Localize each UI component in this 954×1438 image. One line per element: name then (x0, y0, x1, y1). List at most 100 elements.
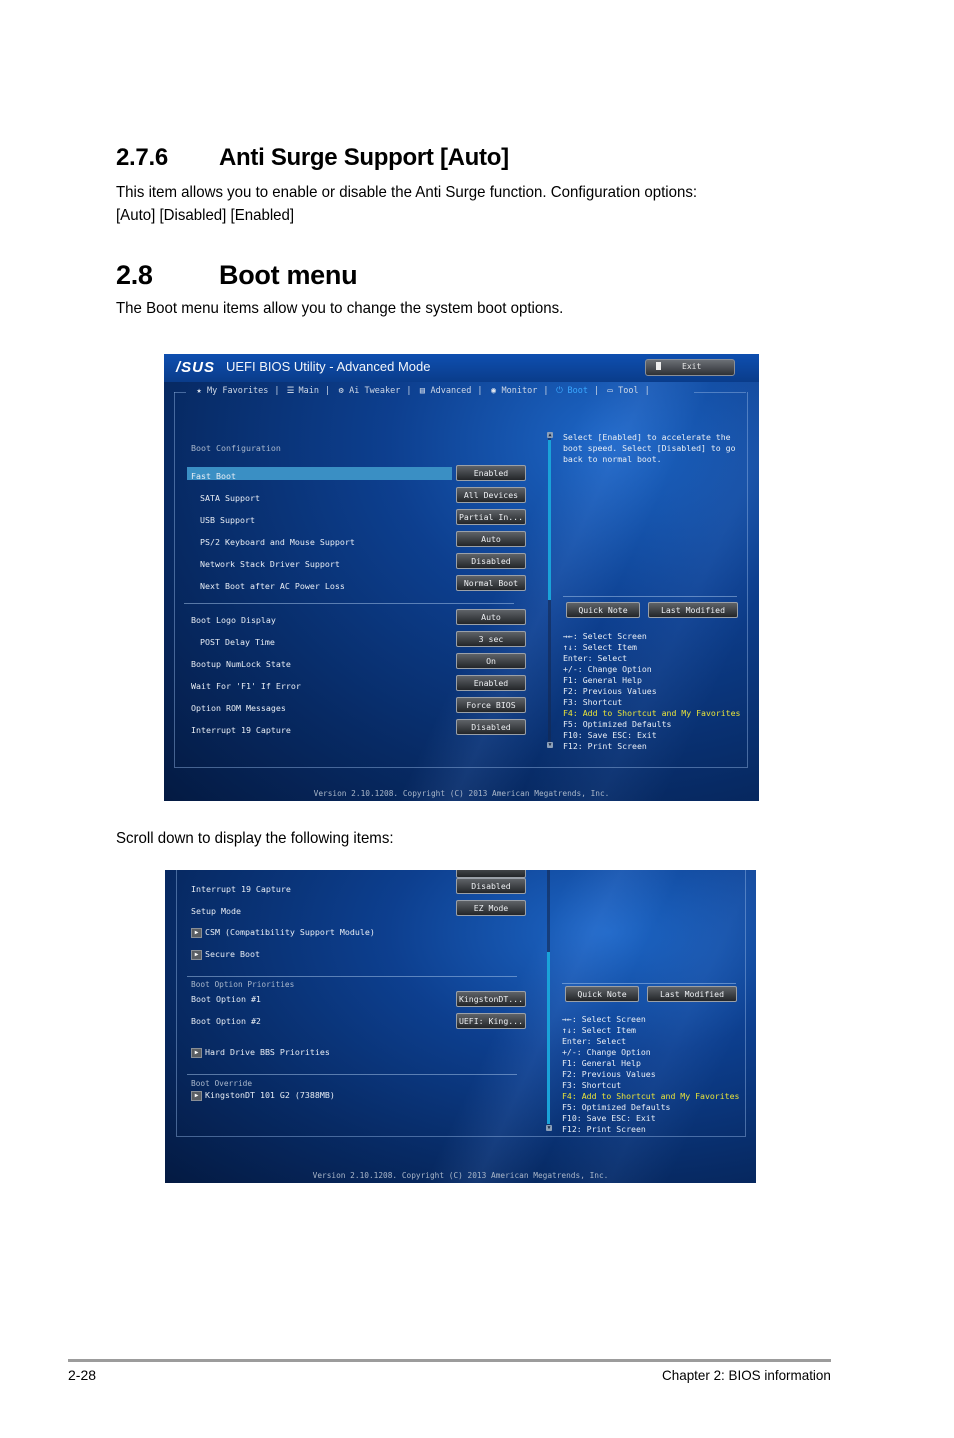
key-hint: +/-: Change Option (562, 1047, 651, 1057)
boot-override-label: KingstonDT 101 G2 (7388MB) (205, 1090, 335, 1100)
key-hint: F3: Shortcut (563, 697, 623, 707)
submenu-arrow-icon: ▶ (191, 927, 202, 938)
key-hint: F1: General Help (563, 675, 642, 685)
key-hint: F4: Add to Shortcut and My Favorites (563, 708, 741, 718)
setting-value-button[interactable]: Partial In... (456, 509, 526, 525)
key-hint: →←: Select Screen (562, 1014, 646, 1024)
setting-label[interactable]: Boot Logo Display (191, 615, 276, 625)
exit-label: Exit (682, 362, 702, 371)
last-modified-button[interactable]: Last Modified (648, 602, 738, 618)
scroll-note: Scroll down to display the following ite… (116, 830, 394, 847)
key-hint: F12: Print Screen (562, 1124, 646, 1134)
setting-value-button[interactable]: Disabled (456, 878, 526, 894)
setting-value-button[interactable]: Auto (456, 609, 526, 625)
setting-label[interactable]: Wait For 'F1' If Error (191, 681, 301, 691)
key-hint: F1: General Help (562, 1058, 641, 1068)
setting-label[interactable]: USB Support (200, 515, 255, 525)
setting-label[interactable]: Setup Mode (191, 906, 241, 916)
key-hint: F12: Print Screen (563, 741, 647, 751)
setting-label[interactable]: PS/2 Keyboard and Mouse Support (200, 537, 355, 547)
key-hint: F4: Add to Shortcut and My Favorites (562, 1091, 740, 1101)
setting-value-button[interactable]: Disabled (456, 719, 526, 735)
submenu-item[interactable]: ▶ Secure Boot (191, 949, 260, 960)
divider (563, 596, 737, 597)
quick-note-button[interactable]: Quick Note (565, 986, 639, 1002)
setting-value-button[interactable]: All Devices (456, 487, 526, 503)
group-label-boot-option-priorities: Boot Option Priorities (191, 980, 295, 989)
setting-label[interactable]: Interrupt 19 Capture (191, 725, 291, 735)
setting-value-button[interactable]: Normal Boot (456, 575, 526, 591)
submenu-arrow-icon: ▶ (191, 1047, 202, 1058)
key-hint: F10: Save ESC: Exit (562, 1113, 656, 1123)
footer-rule (68, 1359, 831, 1362)
setting-label[interactable]: SATA Support (200, 493, 260, 503)
setting-value-button[interactable]: Disabled (456, 553, 526, 569)
setting-value-button[interactable]: Enabled (456, 675, 526, 691)
setting-label[interactable]: POST Delay Time (200, 637, 275, 647)
key-hint: F2: Previous Values (563, 686, 657, 696)
scroll-down-icon[interactable]: ▼ (546, 1125, 552, 1131)
divider (184, 603, 514, 604)
section-number: 2.8 (116, 260, 153, 290)
submenu-label: Hard Drive BBS Priorities (205, 1047, 330, 1057)
boot-option-label[interactable]: Boot Option #2 (191, 1016, 261, 1026)
setting-label[interactable]: Option ROM Messages (191, 703, 286, 713)
section-2-8-body: The Boot menu items allow you to change … (116, 300, 564, 317)
section-title: Boot menu (219, 260, 358, 290)
last-modified-button[interactable]: Last Modified (647, 986, 737, 1002)
submenu-item[interactable]: ▶ CSM (Compatibility Support Module) (191, 927, 375, 938)
setting-label[interactable]: Network Stack Driver Support (200, 559, 340, 569)
boot-option-label[interactable]: Boot Option #1 (191, 994, 261, 1004)
scroll-up-icon[interactable]: ▲ (547, 432, 553, 438)
setting-value-button[interactable]: Auto (456, 531, 526, 547)
group-label-boot-override: Boot Override (191, 1079, 253, 1088)
setting-value-button[interactable]: Force BIOS (456, 697, 526, 713)
section-number: 2.7.6 (116, 144, 168, 171)
body-line: This item allows you to enable or disabl… (116, 184, 698, 201)
page-number: 2-28 (68, 1367, 97, 1383)
section-2-7-6-body: This item allows you to enable or disabl… (116, 181, 793, 227)
submenu-arrow-icon: ▶ (191, 949, 202, 960)
setting-value-button[interactable]: Enabled (456, 465, 526, 481)
key-hint: F10: Save ESC: Exit (563, 730, 657, 740)
body-line: [Auto] [Disabled] [Enabled] (116, 207, 295, 224)
bios-screenshot-boot: /SUS UEFI BIOS Utility - Advanced Mode E… (164, 354, 759, 801)
boot-option-value-button[interactable]: KingstonDT... (456, 991, 526, 1007)
section-2-8-heading: 2.8 Boot menu (116, 260, 358, 291)
setting-label[interactable]: Fast Boot (191, 471, 236, 481)
quick-note-button[interactable]: Quick Note (566, 602, 640, 618)
setting-label[interactable]: Bootup NumLock State (191, 659, 291, 669)
boot-override-item[interactable]: ▶ KingstonDT 101 G2 (7388MB) (191, 1090, 335, 1101)
exit-button[interactable]: Exit (645, 359, 735, 376)
value-button-option-rom[interactable] (456, 870, 526, 878)
key-hint: F5: Optimized Defaults (562, 1102, 671, 1112)
setting-label[interactable]: Next Boot after AC Power Loss (200, 581, 345, 591)
boot-option-value-button[interactable]: UEFI: King... (456, 1013, 526, 1029)
divider (187, 1074, 517, 1075)
scroll-down-icon[interactable]: ▼ (547, 742, 553, 748)
scrollbar-thumb[interactable] (548, 440, 551, 600)
setting-value-button[interactable]: 3 sec (456, 631, 526, 647)
key-hint: ↑↓: Select Item (562, 1025, 636, 1035)
submenu-label: CSM (Compatibility Support Module) (205, 927, 375, 937)
key-hint: Enter: Select (562, 1036, 627, 1046)
setting-value-button[interactable]: EZ Mode (456, 900, 526, 916)
key-hint: →←: Select Screen (563, 631, 647, 641)
help-text: Select [Enabled] to accelerate the boot … (563, 432, 736, 464)
key-hint: F3: Shortcut (562, 1080, 622, 1090)
submenu-arrow-icon: ▶ (191, 1090, 202, 1101)
bios-version: Version 2.10.1208. Copyright (C) 2013 Am… (313, 789, 610, 798)
scrollbar-thumb[interactable] (547, 952, 550, 1124)
setting-value-button[interactable]: On (456, 653, 526, 669)
bios-screenshot-boot-scrolled: Interrupt 19 Capture Disabled Setup Mode EZ… (165, 870, 756, 1183)
chapter-title: Chapter 2: BIOS information (662, 1367, 831, 1383)
submenu-hard-drive-bbs[interactable]: ▶ Hard Drive BBS Priorities (191, 1047, 330, 1058)
key-hint: ↑↓: Select Item (563, 642, 637, 652)
section-title: Anti Surge Support [Auto] (219, 144, 509, 171)
submenu-label: Secure Boot (205, 949, 260, 959)
asus-logo: /SUS (176, 359, 216, 376)
key-hint: +/-: Change Option (563, 664, 652, 674)
key-legend: →←: Select Screen ↑↓: Select Item Enter: S… (563, 631, 740, 752)
bios-version: Version 2.10.1208. Copyright (C) 2013 Am… (312, 1171, 609, 1180)
setting-label[interactable]: Interrupt 19 Capture (191, 884, 291, 894)
